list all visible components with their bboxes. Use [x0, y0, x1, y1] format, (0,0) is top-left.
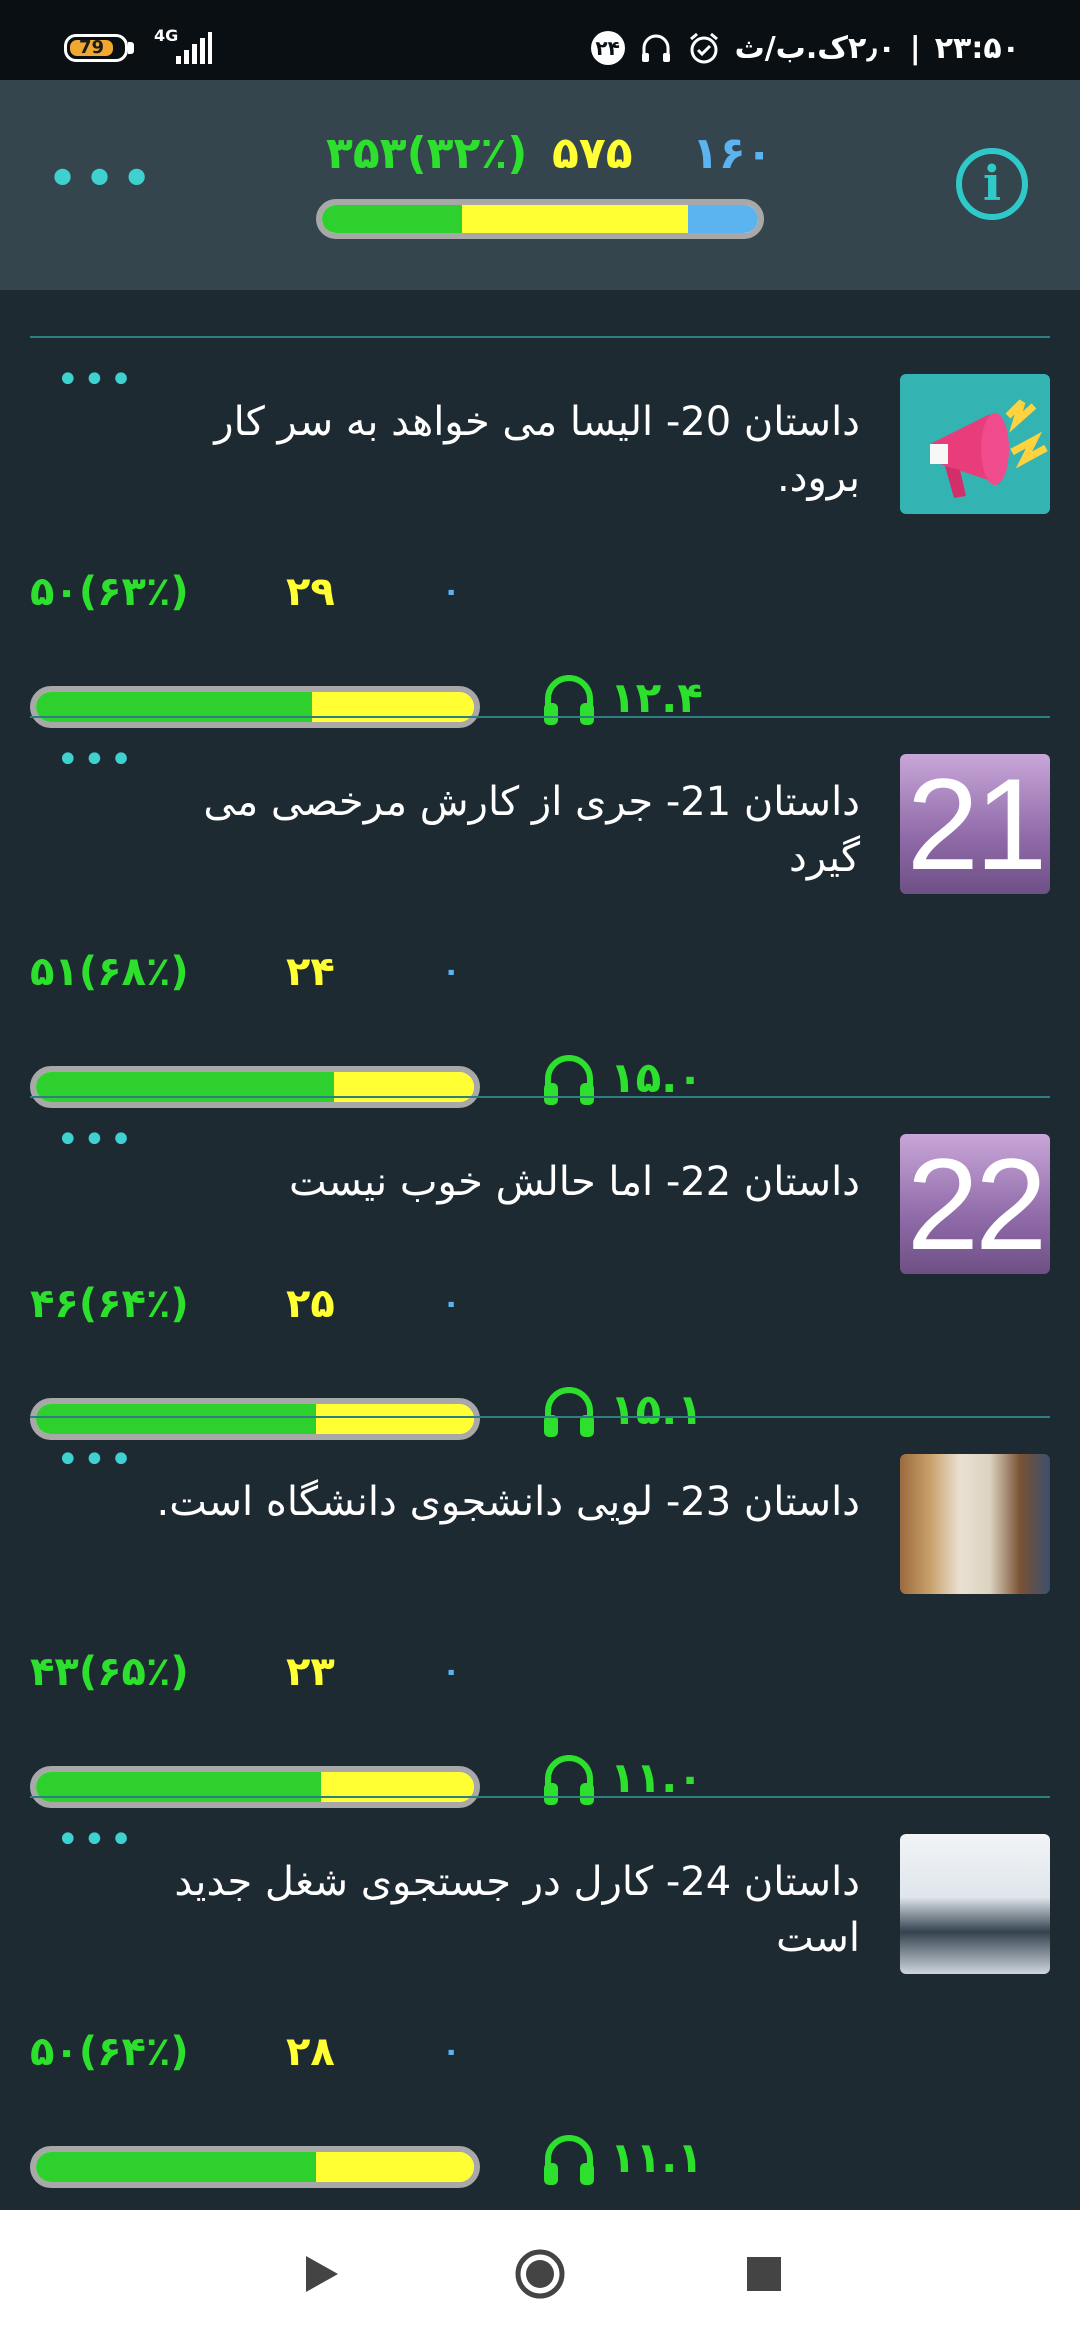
story-title: داستان 22- اما حالش خوب نیست [288, 1159, 860, 1205]
recents-icon[interactable] [734, 2244, 794, 2304]
stat-blue: ۰ [442, 1654, 461, 1689]
thumbnail-photo [900, 1834, 1050, 1974]
header-progress-bar [316, 199, 764, 239]
item-more-options-icon[interactable]: ••• [56, 360, 136, 400]
stat-yellow: ۲۹ [286, 569, 335, 615]
status-right: ۲۳:۵۰ | ۲٫۰ک.ب/ث ۲۴ [590, 26, 1020, 70]
stat-green: ۵۱(۶۸٪) [30, 949, 189, 995]
info-icon[interactable]: i [956, 148, 1028, 220]
list-item[interactable]: ••• 21 داستان 21- جری از کارش مرخصی می گیر… [0, 718, 1080, 1108]
stat-green: ۵۰(۶۳٪) [30, 569, 189, 615]
story-progress-bar [30, 2146, 480, 2188]
list-item[interactable]: ••• داستان 23- لویی دانشجوی دانشگاه است. ۴… [0, 1418, 1080, 1808]
stat-blue: ۰ [442, 954, 461, 989]
story-duration: ۱۱.۱ [540, 2128, 703, 2188]
headphones-icon [544, 2135, 594, 2185]
home-icon[interactable] [510, 2244, 570, 2304]
story-title: داستان 23- لویی دانشجوی دانشگاه است. [156, 1479, 860, 1525]
thumbnail-number: 21 [900, 754, 1050, 894]
stat-yellow: ۲۵ [286, 1281, 335, 1327]
more-options-icon[interactable]: ••• [46, 152, 157, 208]
story-stats: ۵۱(۶۸٪) ۲۴ ۰ [30, 944, 460, 1000]
stat-green: ۴۶(۶۴٪) [30, 1281, 189, 1327]
net-speed: ۲٫۰ک.ب/ث [734, 30, 896, 66]
story-stats: ۵۰(۶۴٪) ۲۸ ۰ [30, 2024, 460, 2080]
progress-yellow [316, 2152, 474, 2182]
alarm-icon [689, 32, 718, 64]
separator: | [909, 30, 921, 66]
stat-yellow: ۲۸ [286, 2029, 335, 2075]
header-stat-blue: ۱۶۰ [692, 128, 773, 179]
stat-blue: ۰ [442, 574, 461, 609]
back-play-icon[interactable] [290, 2244, 350, 2304]
stat-blue: ۰ [442, 1286, 461, 1321]
signal-icon [176, 32, 212, 64]
story-stats: ۵۰(۶۳٪) ۲۹ ۰ [30, 564, 460, 620]
progress-green [36, 2152, 317, 2182]
status-bar: 79 4G ۲۳:۵۰ | ۲٫۰ک.ب/ث ۲۴ [0, 0, 1080, 80]
battery-cap [128, 42, 134, 54]
item-more-options-icon[interactable]: ••• [56, 1120, 136, 1160]
battery-level: 79 [70, 39, 113, 57]
stat-yellow: ۲۳ [286, 1649, 335, 1695]
progress-green [322, 205, 462, 233]
stat-green: ۵۰(۶۴٪) [30, 2029, 189, 2075]
stat-blue: ۰ [442, 2034, 461, 2069]
notification-count-icon: ۲۴ [590, 31, 625, 65]
stat-yellow: ۲۴ [286, 949, 335, 995]
list-item[interactable]: ••• داستان 20- الیسا می خواهد به سر کار ب… [0, 338, 1080, 728]
story-title: داستان 21- جری از کارش مرخصی می گیرد [203, 779, 860, 881]
thumbnail-photo [900, 1454, 1050, 1594]
item-more-options-icon[interactable]: ••• [56, 740, 136, 780]
megaphone-icon [930, 399, 1048, 498]
progress-blue [688, 205, 758, 233]
clock: ۲۳:۵۰ [934, 30, 1020, 66]
top-app-bar [0, 80, 1080, 290]
battery-icon: 79 [64, 34, 128, 62]
item-more-options-icon[interactable]: ••• [56, 1440, 136, 1480]
story-title: داستان 24- کارل در جستجوی شغل جدید است [174, 1859, 860, 1961]
thumbnail-number: 22 [900, 1134, 1050, 1274]
network-type: 4G [154, 26, 179, 45]
story-stats: ۴۶(۶۴٪) ۲۵ ۰ [30, 1276, 460, 1332]
progress-yellow [461, 205, 689, 233]
headset-icon [641, 34, 670, 62]
list-item[interactable]: ••• داستان 24- کارل در جستجوی شغل جدید اس… [0, 1798, 1080, 2188]
story-title: داستان 20- الیسا می خواهد به سر کار برود… [214, 399, 860, 501]
duration-value: ۱۱.۱ [610, 2133, 703, 2182]
item-more-options-icon[interactable]: ••• [56, 1820, 136, 1860]
system-nav-bar [0, 2210, 1080, 2340]
header-stat-yellow: ۵۷۵ [552, 128, 633, 179]
header-stat-green: ۳۵۳(۳۲٪) [326, 128, 528, 179]
thumbnail [900, 374, 1050, 514]
stat-green: ۴۳(۶۵٪) [30, 1649, 189, 1695]
header-stats: ۳۵۳(۳۲٪) ۵۷۵ ۱۶۰ [326, 126, 773, 182]
story-stats: ۴۳(۶۵٪) ۲۳ ۰ [30, 1644, 460, 1700]
